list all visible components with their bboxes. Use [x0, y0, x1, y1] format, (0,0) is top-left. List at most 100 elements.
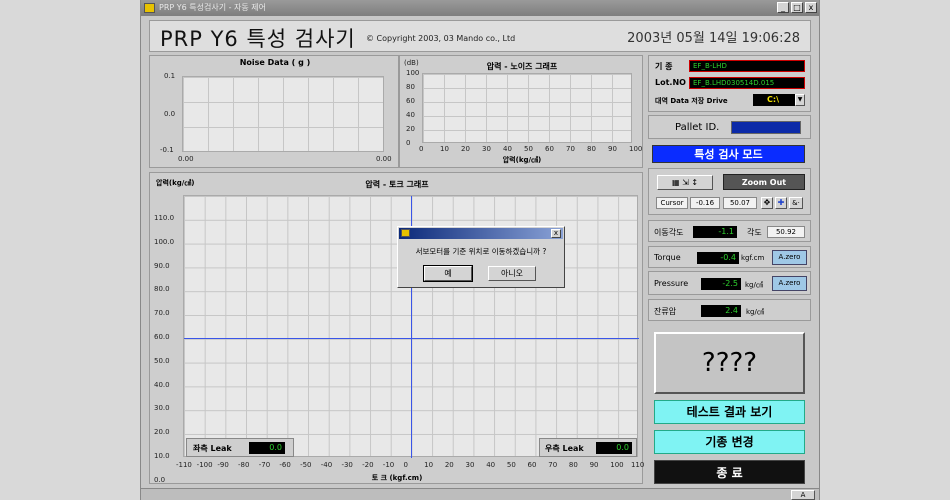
- pallet-id-field[interactable]: [731, 121, 801, 134]
- residual-unit: kg/㎠: [746, 308, 764, 316]
- tick-label: 80.0: [154, 285, 170, 294]
- tick-label: 80: [587, 145, 596, 153]
- torque-unit: kgf.cm: [741, 254, 765, 262]
- app-icon: [144, 3, 155, 13]
- pallet-label: Pallet ID.: [675, 122, 720, 133]
- tick-label: 90: [589, 461, 599, 469]
- result-display: ????: [654, 332, 805, 394]
- view-results-button[interactable]: 테스트 결과 보기: [654, 400, 805, 424]
- hand-icon[interactable]: &·: [789, 197, 803, 209]
- noise-chart-title: Noise Data ( g ): [239, 58, 311, 67]
- right-leak-value: 0.0: [596, 442, 632, 454]
- tick-label: -10: [382, 461, 395, 469]
- angle2-value: 50.92: [767, 226, 805, 238]
- tick-label: 80: [406, 83, 415, 91]
- residual-box: 잔류압 2.4 kg/㎠: [648, 299, 811, 321]
- lot-label: Lot.NO: [655, 78, 686, 87]
- tick-label: 80: [568, 461, 578, 469]
- cursor-y-field[interactable]: 50.07: [723, 197, 757, 209]
- tick-label: 60: [406, 97, 415, 105]
- tick-label: 70: [548, 461, 558, 469]
- lot-value: EF_B.LHD030514D.015: [689, 77, 805, 89]
- pallet-box: Pallet ID.: [648, 115, 811, 139]
- app-icon: [401, 229, 410, 237]
- app-title: PRP Y6 특성 검사기: [160, 27, 356, 51]
- pressure-unit: kg/㎠: [745, 281, 763, 289]
- tick-label: -70: [258, 461, 271, 469]
- cursor-x-field[interactable]: -0.16: [690, 197, 720, 209]
- zoom-out-button[interactable]: Zoom Out: [723, 174, 805, 190]
- tick-label: 10: [440, 145, 449, 153]
- tick-label: 0.00: [376, 155, 392, 163]
- tick-label: 40.0: [154, 380, 170, 389]
- pressure-noise-chart-title: 압력 - 노이즈 그래프: [486, 62, 558, 71]
- tick-label: 110.0: [154, 214, 175, 222]
- tick-label: 70: [566, 145, 575, 153]
- tick-label: 40: [503, 145, 512, 153]
- angle-value: -1.1: [693, 226, 737, 238]
- tick-label: -110: [176, 461, 192, 469]
- maximize-button[interactable]: □: [791, 2, 803, 13]
- minimize-button[interactable]: _: [777, 2, 789, 13]
- tick-label: 40: [486, 461, 496, 469]
- status-indicator[interactable]: A: [791, 490, 815, 500]
- dialog-title-bar: x: [399, 228, 563, 239]
- pressure-azero-button[interactable]: A.zero: [772, 276, 807, 291]
- angle2-label: 각도: [747, 228, 762, 237]
- zoom-icon: ▦ ⇲ ↕: [671, 178, 699, 187]
- tick-label: 20: [461, 145, 470, 153]
- tick-label: 100.0: [154, 237, 175, 246]
- datetime: 2003년 05월 14일 19:06:28: [627, 31, 800, 46]
- tick-label: 50: [524, 145, 533, 153]
- pressure-value: -2.5: [701, 278, 741, 290]
- tick-label: 100: [406, 69, 420, 77]
- torque-azero-button[interactable]: A.zero: [772, 250, 807, 265]
- tick-label: 0: [406, 139, 411, 147]
- window-title: PRP Y6 특성검사기 - 자동 제어: [159, 3, 267, 12]
- tick-label: 0: [403, 461, 408, 469]
- tick-label: 10: [424, 461, 434, 469]
- residual-label: 잔류압: [654, 307, 677, 316]
- dialog-message: 서보모터를 기준 위치로 이동하겠습니까 ?: [415, 247, 547, 256]
- drive-select[interactable]: C:\: [753, 94, 795, 106]
- left-leak-label: 좌측 Leak: [193, 444, 232, 453]
- dialog-no-button[interactable]: 아니오: [488, 266, 536, 281]
- tick-label: 70.0: [154, 309, 170, 318]
- exit-button[interactable]: 종 료: [654, 460, 805, 484]
- dialog-yes-button[interactable]: 예: [423, 265, 473, 282]
- tick-label: 90.0: [154, 261, 170, 270]
- change-model-button[interactable]: 기종 변경: [654, 430, 805, 454]
- crosshair-icon[interactable]: ✥: [761, 197, 773, 209]
- model-value: EF_B-LHD: [689, 60, 805, 72]
- pressure-label: Pressure: [654, 279, 689, 288]
- right-leak-label: 우측 Leak: [545, 444, 584, 453]
- tick-label: 20: [406, 125, 415, 133]
- cursor-label: Cursor: [656, 197, 688, 209]
- chevron-down-icon[interactable]: ▼: [795, 94, 805, 106]
- close-button[interactable]: x: [805, 2, 817, 13]
- tick-label: 110: [630, 461, 645, 469]
- model-info-box: 기 종 EF_B-LHD Lot.NO EF_B.LHD030514D.015 …: [648, 55, 811, 112]
- tick-label: 60.0: [154, 333, 170, 341]
- copyright-text: © Copyright 2003, 03 Mando co., Ltd: [366, 34, 516, 43]
- dialog-close-button[interactable]: x: [551, 229, 561, 238]
- torque-label: Torque: [654, 253, 681, 262]
- pressure-noise-plot-area[interactable]: [422, 73, 632, 143]
- tick-label: -100: [196, 461, 213, 469]
- torque-reading-box: Torque -0.4 kgf.cm A.zero: [648, 246, 811, 268]
- left-leak-box: 좌측 Leak 0.0: [186, 438, 294, 457]
- tick-label: -50: [300, 461, 312, 469]
- torque-chart-panel: 압력(kg/㎠) 압력 - 토크 그래프 좌측 Leak 0.0 우측 Leak…: [149, 172, 645, 484]
- tick-label: 20.0: [154, 428, 170, 437]
- title-bar: PRP Y6 특성검사기 - 자동 제어 _ □ x: [141, 0, 819, 16]
- zoom-tool-button[interactable]: ▦ ⇲ ↕: [657, 175, 713, 190]
- pressure-reading-box: Pressure -2.5 kg/㎠ A.zero: [648, 271, 811, 295]
- tick-label: 30.0: [154, 404, 170, 413]
- noise-plot-area[interactable]: [182, 76, 384, 152]
- angle-label: 이동각도: [654, 228, 684, 237]
- plus-icon[interactable]: ✚: [775, 197, 787, 209]
- tick-label: -40: [320, 461, 333, 469]
- tick-label: 90: [608, 145, 617, 153]
- tick-label: 30: [482, 145, 491, 153]
- tick-label: 60: [527, 461, 537, 469]
